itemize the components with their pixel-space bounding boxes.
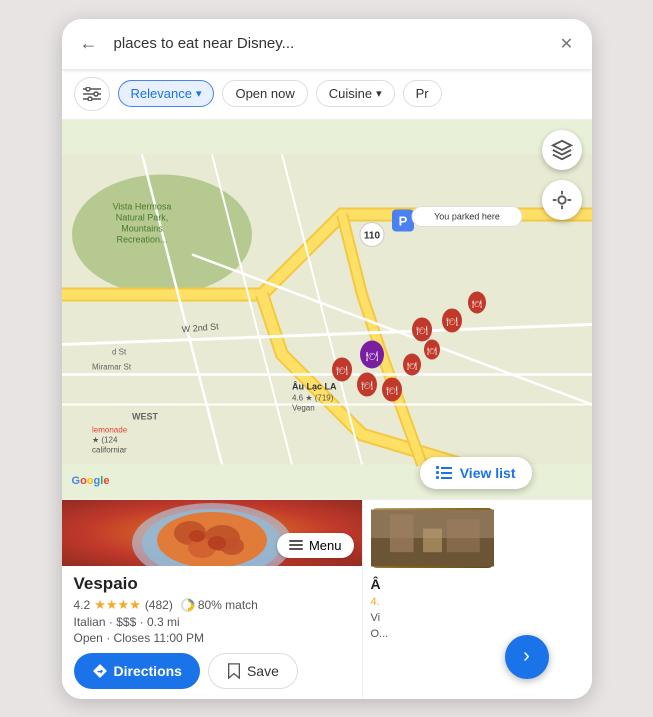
menu-button[interactable]: Menu bbox=[277, 533, 354, 558]
action-buttons: Directions Save bbox=[62, 653, 362, 699]
my-location-button[interactable] bbox=[542, 180, 582, 220]
relevance-filter[interactable]: Relevance ▾ bbox=[118, 80, 215, 107]
directions-label: Directions bbox=[114, 663, 182, 679]
svg-text:110: 110 bbox=[363, 230, 380, 241]
match-badge: 80% match bbox=[181, 598, 258, 612]
price-label: Pr bbox=[416, 86, 429, 101]
svg-text:Natural Park,: Natural Park, bbox=[115, 212, 168, 222]
open-status: Open bbox=[74, 631, 103, 645]
svg-text:You parked here: You parked here bbox=[434, 211, 500, 221]
search-bar: ← ✕ bbox=[62, 19, 592, 69]
close-time-separator: · bbox=[106, 631, 113, 645]
peek-info: Vi bbox=[371, 612, 494, 624]
price-filter[interactable]: Pr bbox=[403, 80, 442, 107]
open-now-filter[interactable]: Open now bbox=[222, 80, 307, 107]
svg-text:lemonade: lemonade bbox=[92, 425, 128, 434]
relevance-label: Relevance bbox=[131, 86, 192, 101]
svg-text:★ (124: ★ (124 bbox=[92, 435, 118, 444]
google-logo: Google bbox=[72, 475, 110, 487]
side-peek-card[interactable]: Â 4. Vi O... bbox=[362, 500, 502, 699]
distance-separator: · bbox=[140, 615, 147, 629]
restaurant-status: Open · Closes 11:00 PM bbox=[74, 631, 350, 645]
phone-frame: ← ✕ Relevance ▾ Open now Cuisine ▾ bbox=[62, 19, 592, 699]
directions-button[interactable]: Directions bbox=[74, 653, 200, 689]
search-clear-button[interactable]: ✕ bbox=[554, 31, 580, 57]
svg-text:🍽: 🍽 bbox=[426, 346, 436, 355]
svg-text:🍽: 🍽 bbox=[471, 299, 481, 308]
view-list-button[interactable]: View list bbox=[420, 457, 532, 489]
svg-text:🍽: 🍽 bbox=[406, 361, 416, 370]
svg-text:🍽: 🍽 bbox=[361, 380, 373, 390]
map-area[interactable]: 110 P You parked here Vista Hermosa Natu… bbox=[62, 120, 592, 499]
cuisine: Italian bbox=[74, 615, 106, 629]
stars-icon: ★★★★ bbox=[94, 597, 141, 613]
restaurant-meta: Italian · $$$ · 0.3 mi bbox=[74, 615, 350, 629]
svg-text:🍽: 🍽 bbox=[336, 365, 348, 375]
svg-text:Recreation...: Recreation... bbox=[116, 234, 167, 244]
map-background: 110 P You parked here Vista Hermosa Natu… bbox=[62, 120, 592, 499]
svg-text:P: P bbox=[398, 213, 407, 228]
rating-value: 4.2 bbox=[74, 598, 91, 612]
svg-text:Vegan: Vegan bbox=[292, 403, 315, 412]
svg-text:Mountains: Mountains bbox=[121, 223, 163, 233]
peek-image bbox=[371, 508, 494, 568]
svg-text:Miramar St: Miramar St bbox=[92, 362, 132, 371]
results-strip: Menu Vespaio 4.2 ★★★★ (482) bbox=[62, 499, 592, 699]
svg-text:🍽: 🍽 bbox=[365, 350, 378, 362]
cuisine-arrow: ▾ bbox=[376, 87, 382, 100]
open-now-label: Open now bbox=[235, 86, 294, 101]
restaurant-info: Vespaio 4.2 ★★★★ (482) 80% match bbox=[62, 566, 362, 653]
save-label: Save bbox=[247, 663, 279, 679]
back-button[interactable]: ← bbox=[74, 29, 104, 59]
save-button[interactable]: Save bbox=[208, 653, 298, 689]
search-input[interactable] bbox=[114, 35, 544, 52]
svg-text:🍽: 🍽 bbox=[416, 325, 428, 335]
peek-restaurant-name: Â bbox=[371, 576, 494, 592]
svg-text:californiar: californiar bbox=[92, 445, 127, 454]
price: $$$ bbox=[116, 615, 136, 629]
filter-options-button[interactable] bbox=[74, 77, 110, 111]
view-list-label: View list bbox=[460, 465, 516, 481]
cuisine-label: Cuisine bbox=[329, 86, 372, 101]
rating-row: 4.2 ★★★★ (482) 80% match bbox=[74, 597, 350, 613]
main-result-card: Menu Vespaio 4.2 ★★★★ (482) bbox=[62, 500, 362, 699]
restaurant-image: Menu bbox=[62, 500, 362, 566]
review-count: (482) bbox=[145, 598, 173, 612]
svg-text:4.6 ★ (719): 4.6 ★ (719) bbox=[292, 393, 334, 402]
filters-bar: Relevance ▾ Open now Cuisine ▾ Pr bbox=[62, 69, 592, 120]
close-time: Closes 11:00 PM bbox=[114, 631, 205, 645]
menu-label: Menu bbox=[309, 538, 342, 553]
svg-text:🍽: 🍽 bbox=[386, 385, 398, 395]
restaurant-name: Vespaio bbox=[74, 574, 350, 594]
peek-extra: O... bbox=[371, 628, 494, 640]
svg-text:WEST: WEST bbox=[132, 411, 159, 421]
svg-text:Vista Hermosa: Vista Hermosa bbox=[112, 201, 171, 211]
svg-text:🍽: 🍽 bbox=[446, 316, 458, 326]
match-percent: 80% match bbox=[198, 598, 258, 612]
svg-text:Âu Lạc LA: Âu Lạc LA bbox=[292, 380, 337, 391]
scroll-next-button[interactable]: › bbox=[505, 635, 549, 679]
map-layers-button[interactable] bbox=[542, 130, 582, 170]
distance: 0.3 mi bbox=[147, 615, 180, 629]
svg-text:d St: d St bbox=[112, 347, 127, 356]
cuisine-filter[interactable]: Cuisine ▾ bbox=[316, 80, 395, 107]
relevance-arrow: ▾ bbox=[196, 87, 202, 100]
blue-action-container: › bbox=[502, 500, 552, 699]
peek-rating: 4. bbox=[371, 596, 494, 608]
